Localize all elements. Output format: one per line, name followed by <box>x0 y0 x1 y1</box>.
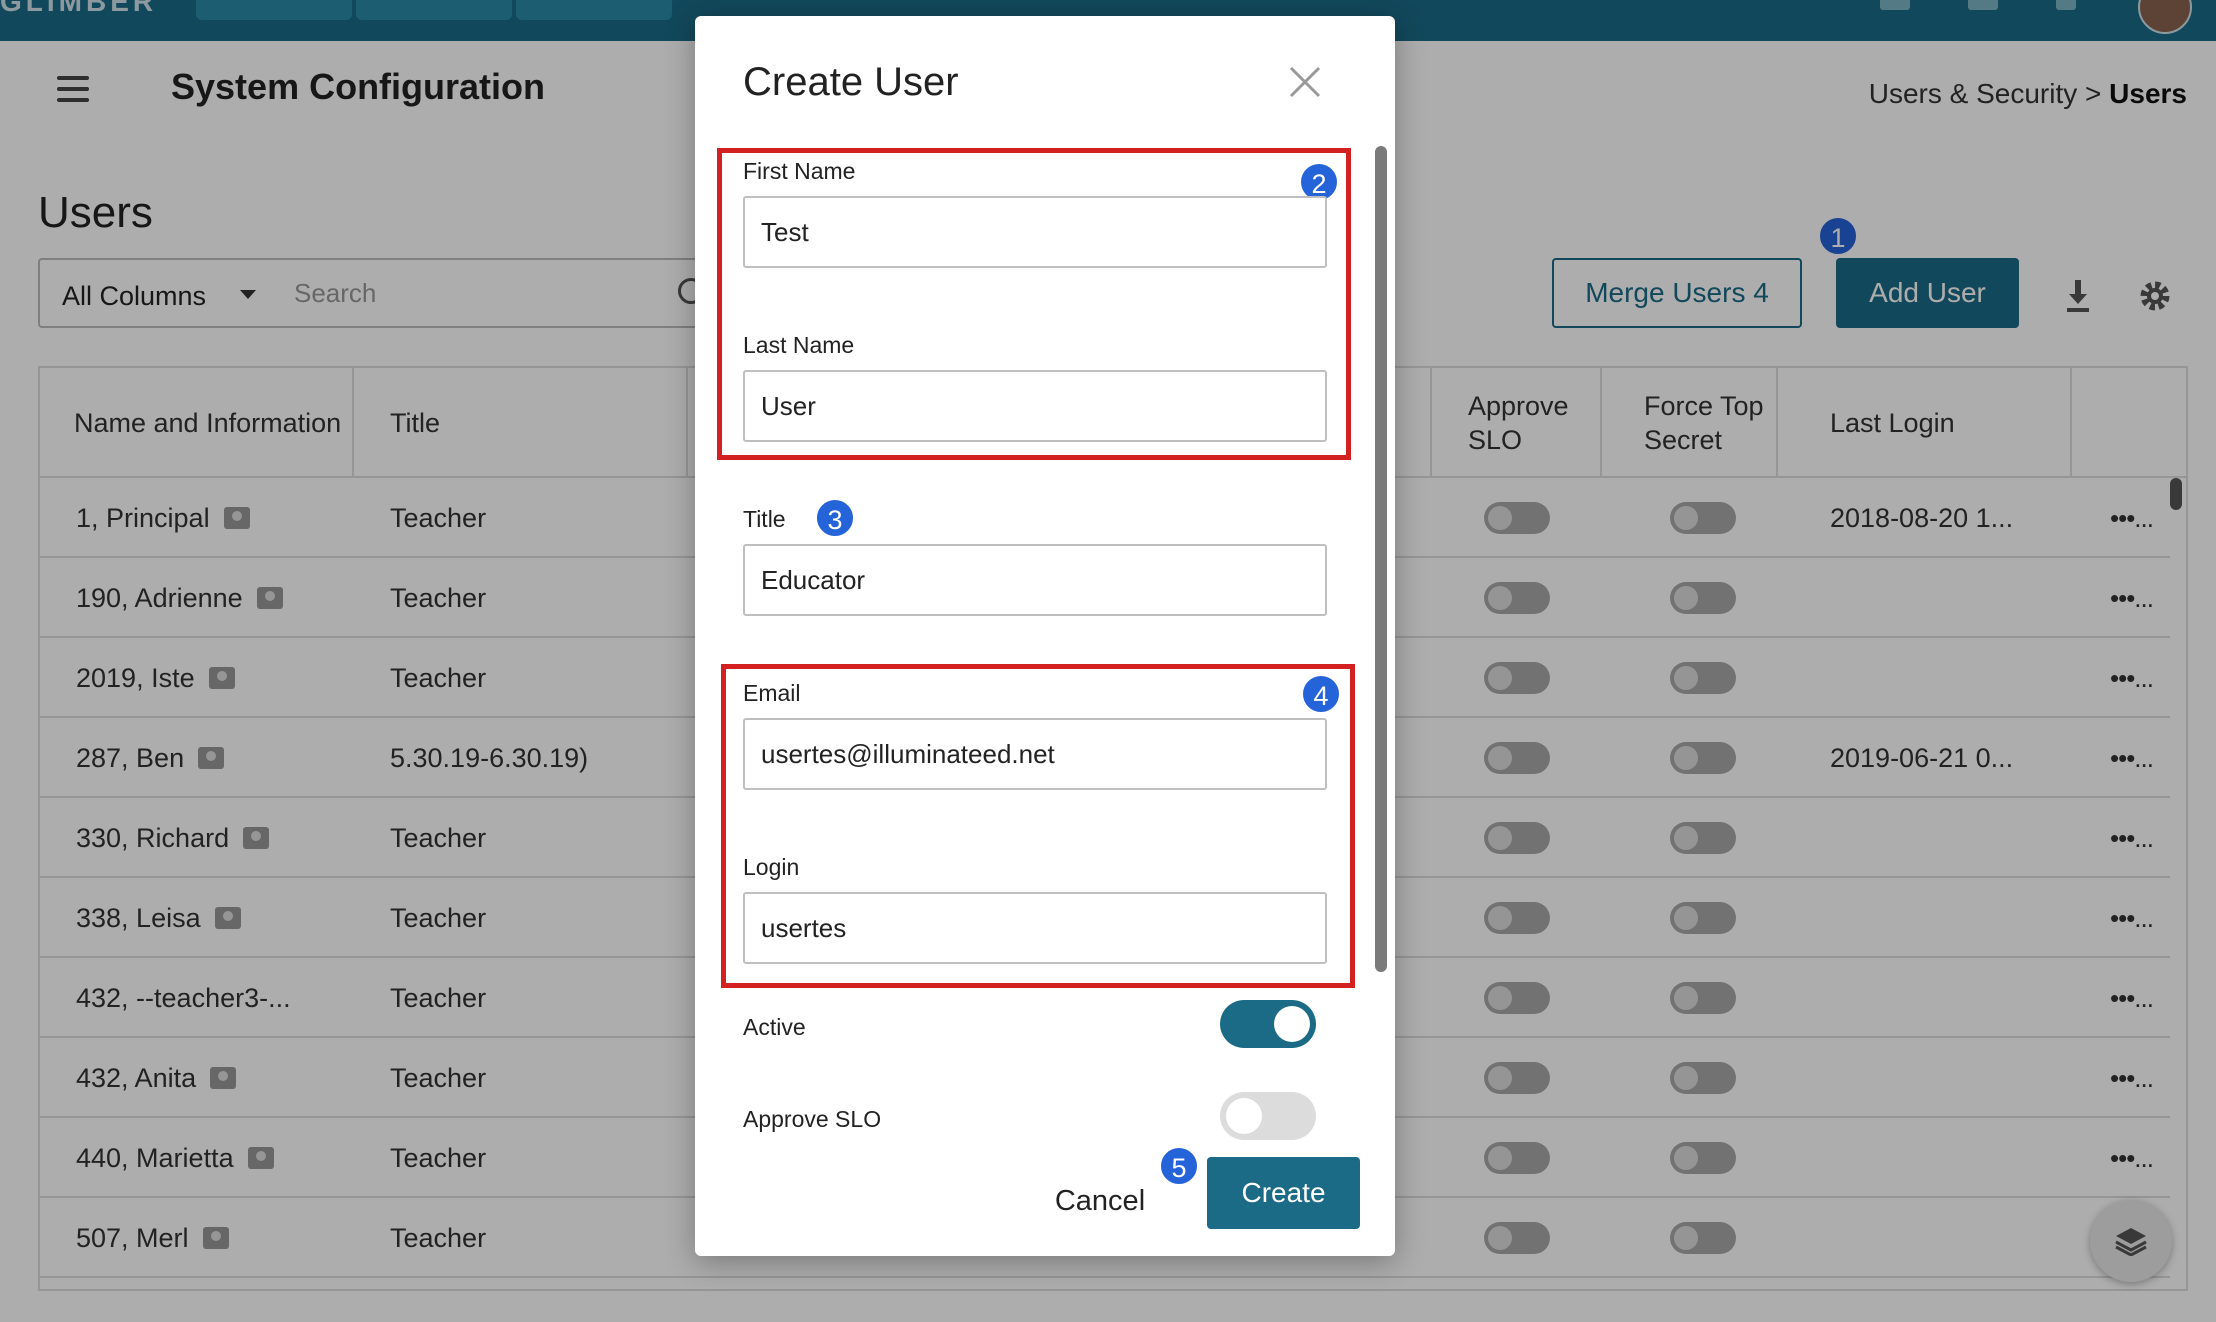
first-name-label: First Name <box>743 158 856 184</box>
active-label: Active <box>743 1014 806 1040</box>
title-label: Title <box>743 506 786 532</box>
login-input[interactable] <box>743 892 1327 964</box>
dialog-form: 2 First Name Last Name Title 3 4 Email L… <box>695 136 1395 1146</box>
approve-slo-toggle[interactable] <box>1220 1092 1316 1140</box>
active-toggle[interactable] <box>1220 1000 1316 1048</box>
step-badge-4: 4 <box>1301 674 1341 714</box>
create-user-dialog: Create User 2 First Name Last Name Title… <box>695 16 1395 1256</box>
toggle-knob <box>1226 1098 1262 1134</box>
create-button[interactable]: Create <box>1207 1157 1360 1229</box>
dialog-scrollbar[interactable] <box>1375 146 1387 972</box>
login-label: Login <box>743 854 800 880</box>
first-name-input[interactable] <box>743 196 1327 268</box>
toggle-knob <box>1274 1006 1310 1042</box>
cancel-button[interactable]: Cancel <box>1035 1176 1165 1226</box>
title-input[interactable] <box>743 544 1327 616</box>
email-label: Email <box>743 680 801 706</box>
email-input[interactable] <box>743 718 1327 790</box>
last-name-input[interactable] <box>743 370 1327 442</box>
dialog-title: Create User <box>743 60 959 104</box>
approve-slo-label: Approve SLO <box>743 1106 882 1132</box>
step-badge-3: 3 <box>815 498 855 538</box>
last-name-label: Last Name <box>743 332 855 358</box>
close-icon[interactable] <box>1287 64 1323 100</box>
step-badge-5: 5 <box>1159 1146 1199 1186</box>
